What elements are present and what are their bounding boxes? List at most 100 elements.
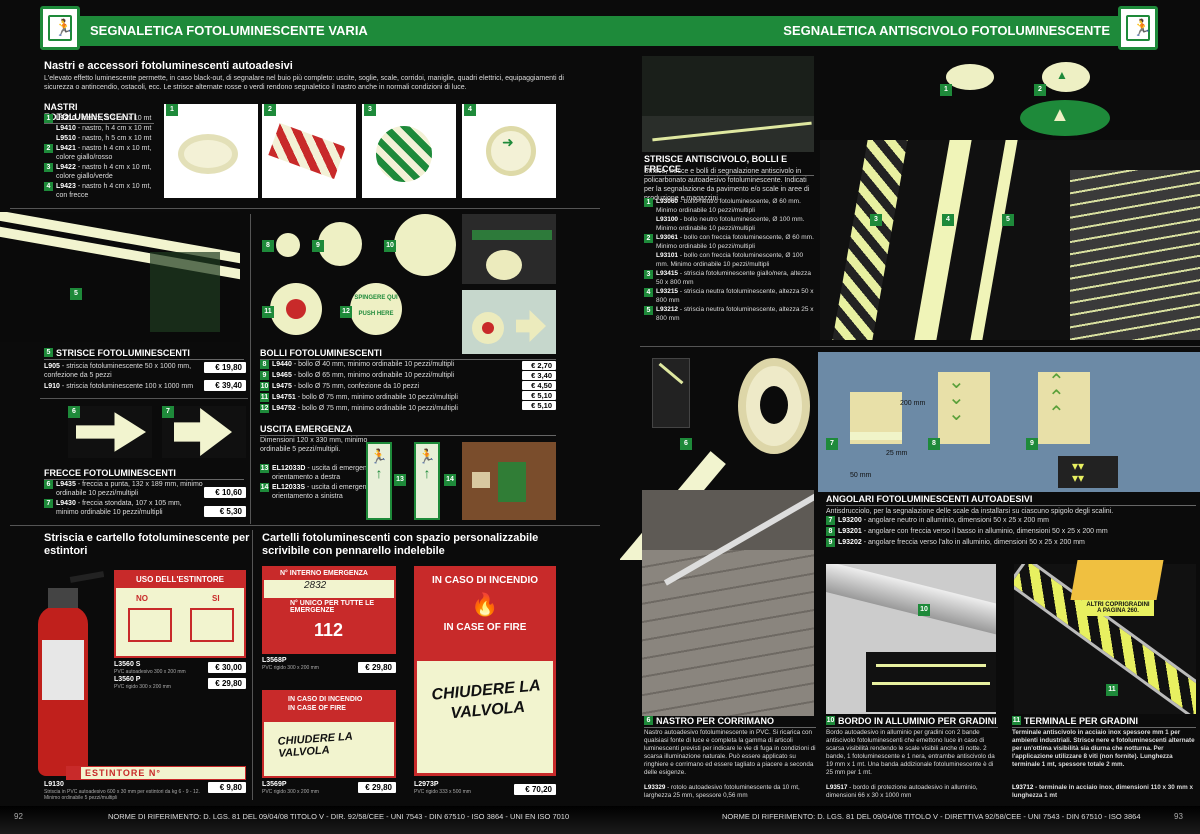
cartelli-title: Cartelli fotoluminescenti con spazio per… — [262, 532, 539, 557]
corrimano-text: Nastro autoadesivo fotoluminescente in P… — [644, 729, 816, 776]
exit-sign-right: 🏃 ↑ — [366, 442, 392, 520]
incendio-sign-small: IN CASO DI INCENDIO IN CASE OF FIRE CHIU… — [262, 690, 396, 778]
exit-sign-left: 🏃 ↑ — [414, 442, 440, 520]
list-item: 4 L93215 - striscia neutra fotoluminescen… — [644, 288, 816, 305]
list-item: 2 L9421 - nastro h 4 cm x 10 mt, colore g… — [44, 144, 162, 162]
num-badge: 3 — [44, 163, 53, 172]
item-code: L93212 — [656, 306, 679, 313]
photo-tag: 3 — [364, 104, 376, 116]
num-badge: 2 — [44, 144, 53, 153]
footer-norms-right: NORME DI RIFERIMENTO: D. LGS. 81 DEL 09/… — [722, 812, 1141, 821]
uscita-text: Dimensioni 120 x 330 mm, minimo ordinabi… — [260, 437, 368, 453]
list-item: 14 EL12033S - uscita di emergenza, orient… — [260, 483, 380, 501]
list-item: 1 L9210 - nastro, h 2 cm x 10 mt — [44, 114, 162, 123]
item-code: L9430 — [56, 500, 76, 507]
item-code: L93061 — [656, 234, 679, 241]
bolli-application-photo-2 — [462, 290, 556, 354]
nastro-photo-4: ➜ — [462, 104, 556, 198]
corrimano-stairs-photo — [642, 490, 814, 716]
terminale-item: L93712 - terminale in acciaio inox, dime… — [1012, 784, 1193, 799]
photo-tag: 8 — [928, 438, 940, 450]
strisce-item-2: L910 - striscia fotoluminescente 100 x 1… — [44, 383, 194, 390]
bollo-push-image: SPINGERE QUI PUSH HERE — [350, 283, 402, 335]
uscita-list: 13 EL12033D - uscita di emergenza, orient… — [260, 464, 380, 502]
price-tag: € 4,50 — [522, 381, 556, 390]
photo-tag: 1 — [166, 104, 178, 116]
item-code: L93200 — [838, 517, 862, 524]
emergency-exit-logo-right: 🏃 — [1118, 6, 1158, 50]
price-tag: € 10,60 — [204, 487, 246, 498]
strisce-section-title: 5 STRISCE FOTOLUMINESCENTI — [44, 348, 244, 360]
price-tag: € 5,10 — [522, 391, 556, 400]
list-item: 11 L94751 - bollo Ø 75 mm, minimo ordinab… — [260, 393, 516, 403]
cartello-desc-1: PVC rigido 300 x 200 mm — [262, 665, 319, 671]
item-code: L93415 — [656, 270, 679, 277]
photo-tag: 13 — [394, 474, 406, 486]
bollo-antiscivolo-1 — [946, 64, 994, 90]
price-tag: € 29,80 — [208, 678, 246, 689]
num-badge: 12 — [260, 404, 269, 413]
list-item: 1 L93060 - bollo neutro fotoluminescente,… — [644, 198, 816, 215]
bollo-65-image — [318, 222, 362, 266]
terminale-callout-step — [1070, 560, 1164, 600]
page-number-right: 93 — [1174, 812, 1183, 821]
list-item: 3 L93415 - striscia fotoluminescente gial… — [644, 270, 816, 287]
item-code: L93201 — [838, 528, 862, 535]
header-right-bar: SEGNALETICA ANTISCIVOLO FOTOLUMINESCENTE — [600, 16, 1140, 46]
freccia-stondata-image — [162, 406, 246, 458]
price-tag: € 19,80 — [204, 362, 246, 373]
item-code: L9410 — [56, 125, 76, 132]
photo-tag: 4 — [942, 214, 954, 226]
strisce-item-1: L905 - striscia fotoluminescente 50 x 10… — [44, 363, 192, 379]
dim-label: 25 mm — [886, 450, 908, 457]
bordo-item: L93517 - bordo di protezione autoadesivo… — [826, 784, 978, 799]
price-tag: € 9,80 — [208, 782, 246, 793]
bordo-text: Bordo autoadesivo in alluminio per gradi… — [826, 729, 995, 776]
price-tag: € 2,70 — [522, 361, 556, 370]
photo-tag: 10 — [918, 604, 930, 616]
angolari-section-title: ANGOLARI FOTOLUMINESCENTI AUTOADESIVI — [826, 494, 1196, 506]
price-tag: € 3,40 — [522, 371, 556, 380]
list-item: 2 L93061 - bollo con freccia fotoluminesc… — [644, 234, 816, 251]
item-code: L93202 — [838, 539, 862, 546]
terminale-text: Terminale antiscivolo in acciaio inox sp… — [1012, 729, 1195, 768]
page-number-left: 92 — [14, 812, 23, 821]
item-desc: - striscia fotoluminescente giallo/nera,… — [656, 270, 812, 286]
emergency-exit-logo-left: 🏃 — [40, 6, 80, 50]
header-left-bar: SEGNALETICA FOTOLUMINESCENTE VARIA — [60, 16, 600, 46]
photo-tag: 7 — [826, 438, 838, 450]
bollo-antiscivolo-large: ▲ — [1020, 100, 1110, 136]
list-item: L9510 - nastro, h 5 cm x 10 mt — [44, 134, 162, 143]
item-desc: - angolare con freccia verso il basso in… — [863, 528, 1108, 535]
num-badge: 10 — [260, 382, 269, 391]
num-badge: 1 — [44, 114, 53, 123]
num-badge: 3 — [644, 270, 653, 279]
list-item: 3 L9422 - nastro h 4 cm x 10 mt, colore g… — [44, 163, 162, 181]
corrimano-section-title: 6 NASTRO PER CORRIMANO — [644, 716, 816, 728]
footer-norms-left: NORME DI RIFERIMENTO: D. LGS. 81 DEL 09/… — [108, 812, 570, 821]
freccia-punta-image — [68, 406, 152, 458]
item-code: EL12033S — [272, 484, 306, 491]
list-item: 13 EL12033D - uscita di emergenza, orient… — [260, 464, 380, 482]
num-badge: 8 — [260, 360, 269, 369]
header-right-title: SEGNALETICA ANTISCIVOLO FOTOLUMINESCENTE — [783, 23, 1110, 38]
photo-tag: 1 — [940, 84, 952, 96]
stairs-photo — [820, 140, 1200, 340]
item-code: L9440 — [272, 361, 292, 368]
num-badge: 1 — [644, 198, 653, 207]
list-item: 9 L93202 - angolare freccia verso l'alto … — [826, 538, 1196, 548]
estintori-desc-2: PVC rigido 300 x 200 mm — [114, 684, 171, 690]
list-item: 9 L9465 - bollo Ø 65 mm, minimo ordinabil… — [260, 371, 516, 381]
intro-text: L'elevato effetto luminescente permette,… — [44, 75, 564, 91]
item-desc: - bollo Ø 75 mm, minimo ordinabile 10 pe… — [297, 394, 458, 401]
bolli-list: 8 L9440 - bollo Ø 40 mm, minimo ordinabil… — [260, 360, 516, 415]
dim-label: 200 mm — [900, 400, 926, 407]
photo-tag: 5 — [1002, 214, 1014, 226]
item-code: L9421 — [56, 145, 76, 152]
running-man-icon: 🏃 — [1132, 20, 1152, 37]
item-desc: - bollo con freccia fotoluminescente, Ø … — [656, 252, 804, 268]
nastro-photo-3 — [362, 104, 456, 198]
warehouse-photo — [642, 56, 814, 152]
item-desc: - nastro, h 4 cm x 10 mt — [77, 125, 152, 132]
item-desc: - bollo Ø 75 mm, minimo ordinabile 10 pe… — [297, 405, 458, 412]
